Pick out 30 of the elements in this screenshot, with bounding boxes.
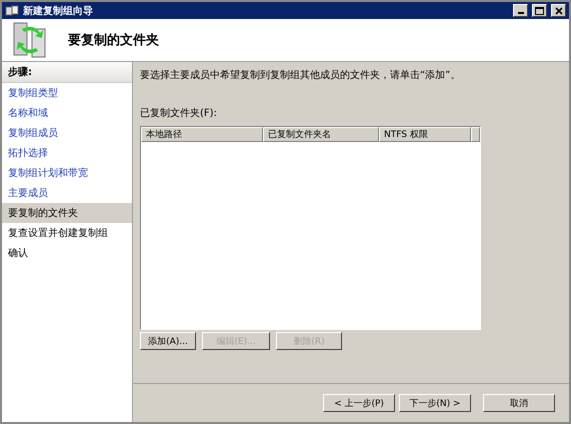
- close-button[interactable]: [551, 4, 566, 17]
- window-title: 新建复制组向导: [23, 4, 94, 18]
- list-label: 已复制文件夹(F):: [140, 106, 218, 120]
- step-item[interactable]: 要复制的文件夹: [2, 203, 132, 223]
- maximize-icon: [535, 6, 544, 14]
- column-header[interactable]: 本地路径: [141, 127, 263, 142]
- column-header-filler: [471, 127, 480, 142]
- minimize-button[interactable]: [513, 4, 528, 17]
- wizard-button[interactable]: 取消: [483, 394, 555, 412]
- steps-heading: 步骤:: [2, 62, 132, 83]
- step-item[interactable]: 复查设置并创建复制组: [2, 223, 132, 243]
- list-action-button[interactable]: 添加(A)...: [140, 332, 196, 350]
- step-item[interactable]: 复制组计划和带宽: [2, 163, 132, 183]
- column-header[interactable]: 已复制文件夹名: [263, 127, 379, 142]
- minimize-icon: [518, 12, 524, 14]
- step-item[interactable]: 主要成员: [2, 183, 132, 203]
- step-item[interactable]: 复制组类型: [2, 83, 132, 103]
- close-icon: [554, 6, 562, 14]
- step-item[interactable]: 确认: [2, 243, 132, 263]
- maximize-button[interactable]: [532, 4, 547, 17]
- wizard-button[interactable]: < 上一步(P): [323, 394, 395, 412]
- page-title: 要复制的文件夹: [68, 32, 159, 49]
- wizard-button[interactable]: 下一步(N) >: [399, 394, 471, 412]
- step-item[interactable]: 名称和域: [2, 103, 132, 123]
- instruction-text: 要选择主要成员中希望复制到复制组其他成员的文件夹，请单击“添加”。: [140, 68, 462, 82]
- step-item[interactable]: 复制组成员: [2, 123, 132, 143]
- folder-list[interactable]: 本地路径 已复制文件夹名 NTFS 权限: [140, 126, 481, 330]
- column-header[interactable]: NTFS 权限: [379, 127, 471, 142]
- app-icon: [5, 4, 19, 16]
- step-item[interactable]: 拓扑选择: [2, 143, 132, 163]
